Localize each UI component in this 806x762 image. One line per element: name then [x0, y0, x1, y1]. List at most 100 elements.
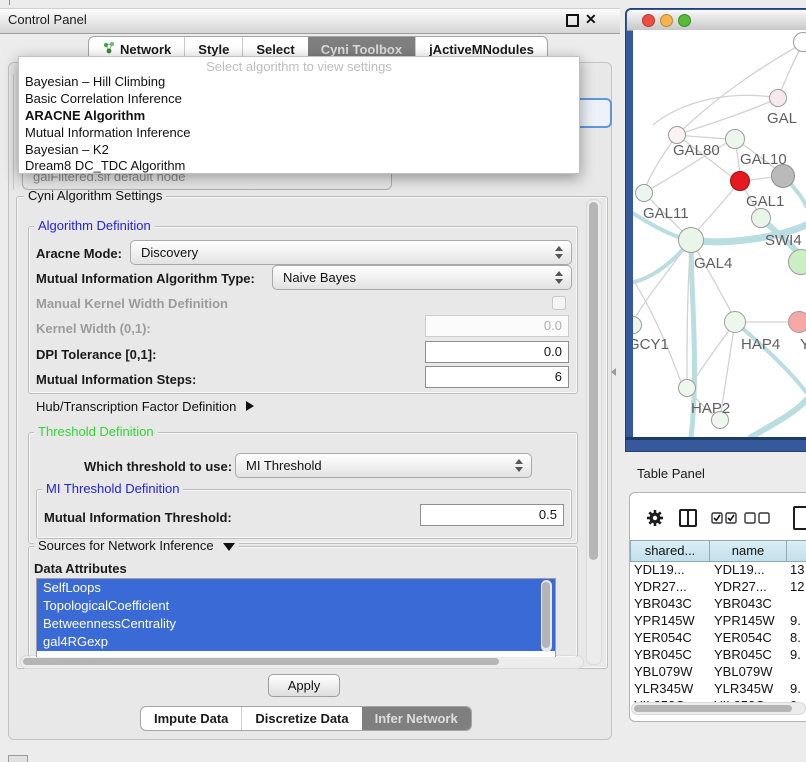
bottom-tabbar: Impute Data Discretize Data Infer Networ… — [140, 706, 472, 731]
algorithm-option-selected[interactable]: ARACNE Algorithm — [23, 108, 145, 124]
cell-shared: YBR043C — [630, 595, 710, 612]
network-node[interactable] — [635, 184, 653, 202]
mi-type-label: Mutual Information Algorithm Type: — [36, 271, 255, 286]
algorithm-option[interactable]: Mutual Information Inference — [23, 125, 190, 141]
node-label: GAL1 — [746, 193, 784, 210]
settings-hscrollbar[interactable] — [20, 655, 584, 669]
algorithm-option[interactable]: Bayesian – K2 — [23, 142, 109, 158]
collapsed-panel-button[interactable] — [8, 755, 28, 762]
gear-icon[interactable] — [645, 508, 665, 531]
node-label: GAL11 — [643, 205, 689, 222]
network-node[interactable] — [751, 208, 771, 228]
threshold-definition-title: Threshold Definition — [34, 425, 158, 439]
deselect-all-icon[interactable] — [744, 512, 770, 527]
table-row[interactable]: YBR043CYBR043C — [630, 595, 806, 612]
table-row[interactable]: YDR27...YDR27...12 — [630, 578, 806, 595]
table-hscrollbar[interactable] — [631, 702, 806, 715]
manual-kernel-label: Manual Kernel Width Definition — [36, 296, 228, 311]
network-node[interactable] — [788, 311, 806, 333]
node-label: HAP2 — [691, 400, 730, 417]
control-panel-titlebar — [0, 8, 620, 34]
manual-kernel-checkbox[interactable] — [552, 296, 566, 310]
mi-threshold-input[interactable]: 0.5 — [420, 504, 564, 526]
maximize-traffic-light[interactable] — [678, 14, 691, 27]
network-node-selected[interactable] — [730, 171, 750, 191]
algorithm-definition-title: Algorithm Definition — [34, 219, 155, 233]
column-header-shared[interactable]: shared... — [630, 540, 709, 562]
tab-infer-network[interactable]: Infer Network — [362, 707, 471, 730]
table-row[interactable]: YDL19...YDL19...13 — [630, 561, 806, 578]
hub-section-header[interactable]: Hub/Transcription Factor Definition — [36, 399, 254, 414]
sources-header[interactable]: Sources for Network Inference — [34, 539, 239, 553]
node-label: Y — [800, 336, 806, 353]
table-row[interactable]: YBL079WYBL079W — [630, 663, 806, 680]
network-node[interactable] — [725, 129, 745, 149]
column-header-extra[interactable] — [786, 540, 806, 562]
algorithm-option[interactable]: Basic Correlation Inference — [23, 91, 182, 107]
table-row[interactable]: YPR145WYPR145W9. — [630, 612, 806, 629]
select-all-icon[interactable] — [711, 512, 737, 527]
algorithm-option[interactable]: Bayesian – Hill Climbing — [23, 74, 165, 90]
tab-impute-data[interactable]: Impute Data — [141, 707, 241, 730]
partial-toolbar-icon[interactable] — [793, 506, 806, 530]
network-node[interactable] — [793, 32, 806, 52]
apply-button[interactable]: Apply — [268, 674, 340, 697]
close-traffic-light[interactable] — [642, 14, 655, 27]
network-canvas[interactable]: GAL GAL80 GAL10 GAL1 GAL11 SWI4 GAL4 GCY… — [633, 30, 806, 437]
cell-name: YBL079W — [710, 663, 787, 680]
table-row[interactable]: YLR345WYLR345W9. — [630, 680, 806, 697]
algorithm-placeholder: Select algorithm to view settings — [19, 59, 579, 74]
sources-title: Sources for Network Inference — [38, 538, 214, 553]
settings-hscrollbar-thumb[interactable] — [23, 658, 499, 665]
attribute-item[interactable]: TopologicalCoefficient — [37, 597, 555, 615]
which-threshold-select[interactable]: MI Threshold — [235, 453, 532, 478]
cell-name: YBR043C — [710, 595, 787, 612]
attribute-item[interactable]: gal4RGexp — [37, 633, 555, 651]
hidden-groupbox-edge — [13, 74, 14, 190]
dpi-tolerance-input[interactable]: 0.0 — [425, 341, 569, 363]
network-node[interactable] — [678, 227, 704, 253]
data-attributes-list: SelfLoops TopologicalCoefficient Between… — [36, 578, 556, 657]
table-hscrollbar-thumb[interactable] — [634, 705, 792, 712]
settings-vscrollbar[interactable] — [586, 199, 602, 665]
node-label: SWI4 — [765, 232, 802, 249]
mi-type-select[interactable]: Naive Bayes — [272, 265, 572, 290]
node-label: HAP4 — [741, 336, 780, 353]
tab-discretize-data[interactable]: Discretize Data — [241, 707, 361, 730]
aracne-mode-select[interactable]: Discovery — [130, 240, 572, 265]
network-node[interactable] — [769, 89, 787, 107]
cell-shared: YDR27... — [630, 578, 710, 595]
split-columns-icon[interactable] — [679, 509, 697, 527]
cyni-settings-title: Cyni Algorithm Settings — [24, 189, 166, 203]
attribute-item[interactable]: BetweennessCentrality — [37, 615, 555, 633]
cell-shared: YBL079W — [630, 663, 710, 680]
attributes-scrollbar[interactable] — [541, 580, 552, 652]
algorithm-option[interactable]: Dream8 DC_TDC Algorithm — [23, 158, 185, 174]
control-panel-title: Control Panel — [8, 12, 87, 27]
panel-divider-handle[interactable] — [611, 368, 616, 376]
node-label: GAL80 — [673, 142, 720, 159]
close-icon[interactable] — [585, 11, 597, 28]
column-header-name[interactable]: name — [709, 540, 786, 562]
table-row[interactable]: YER054CYER054C8. — [630, 629, 806, 646]
mi-threshold-group-title: MI Threshold Definition — [42, 482, 183, 496]
table-row[interactable]: YBR045CYBR045C9. — [630, 646, 806, 663]
cell-extra: 13 — [787, 561, 806, 578]
tab-infer-network-label: Infer Network — [375, 707, 458, 730]
network-node[interactable] — [724, 311, 746, 333]
cell-shared: YPR145W — [630, 612, 710, 629]
mi-steps-input[interactable]: 6 — [425, 366, 569, 388]
cell-extra: 8. — [787, 629, 806, 646]
float-window-icon[interactable] — [566, 14, 579, 27]
attributes-scrollbar-thumb[interactable] — [542, 582, 550, 648]
cell-name: YDL19... — [710, 561, 787, 578]
which-threshold-value: MI Threshold — [246, 454, 322, 477]
attribute-item[interactable]: SelfLoops — [37, 579, 555, 597]
expanded-arrow-icon — [223, 543, 235, 551]
cell-shared: YDL19... — [630, 561, 710, 578]
minimize-traffic-light[interactable] — [660, 14, 673, 27]
settings-vscrollbar-thumb[interactable] — [589, 202, 598, 560]
spinner-arrows-icon — [555, 246, 563, 259]
network-node[interactable] — [678, 379, 696, 397]
kernel-width-input[interactable]: 0.0 — [425, 315, 569, 337]
